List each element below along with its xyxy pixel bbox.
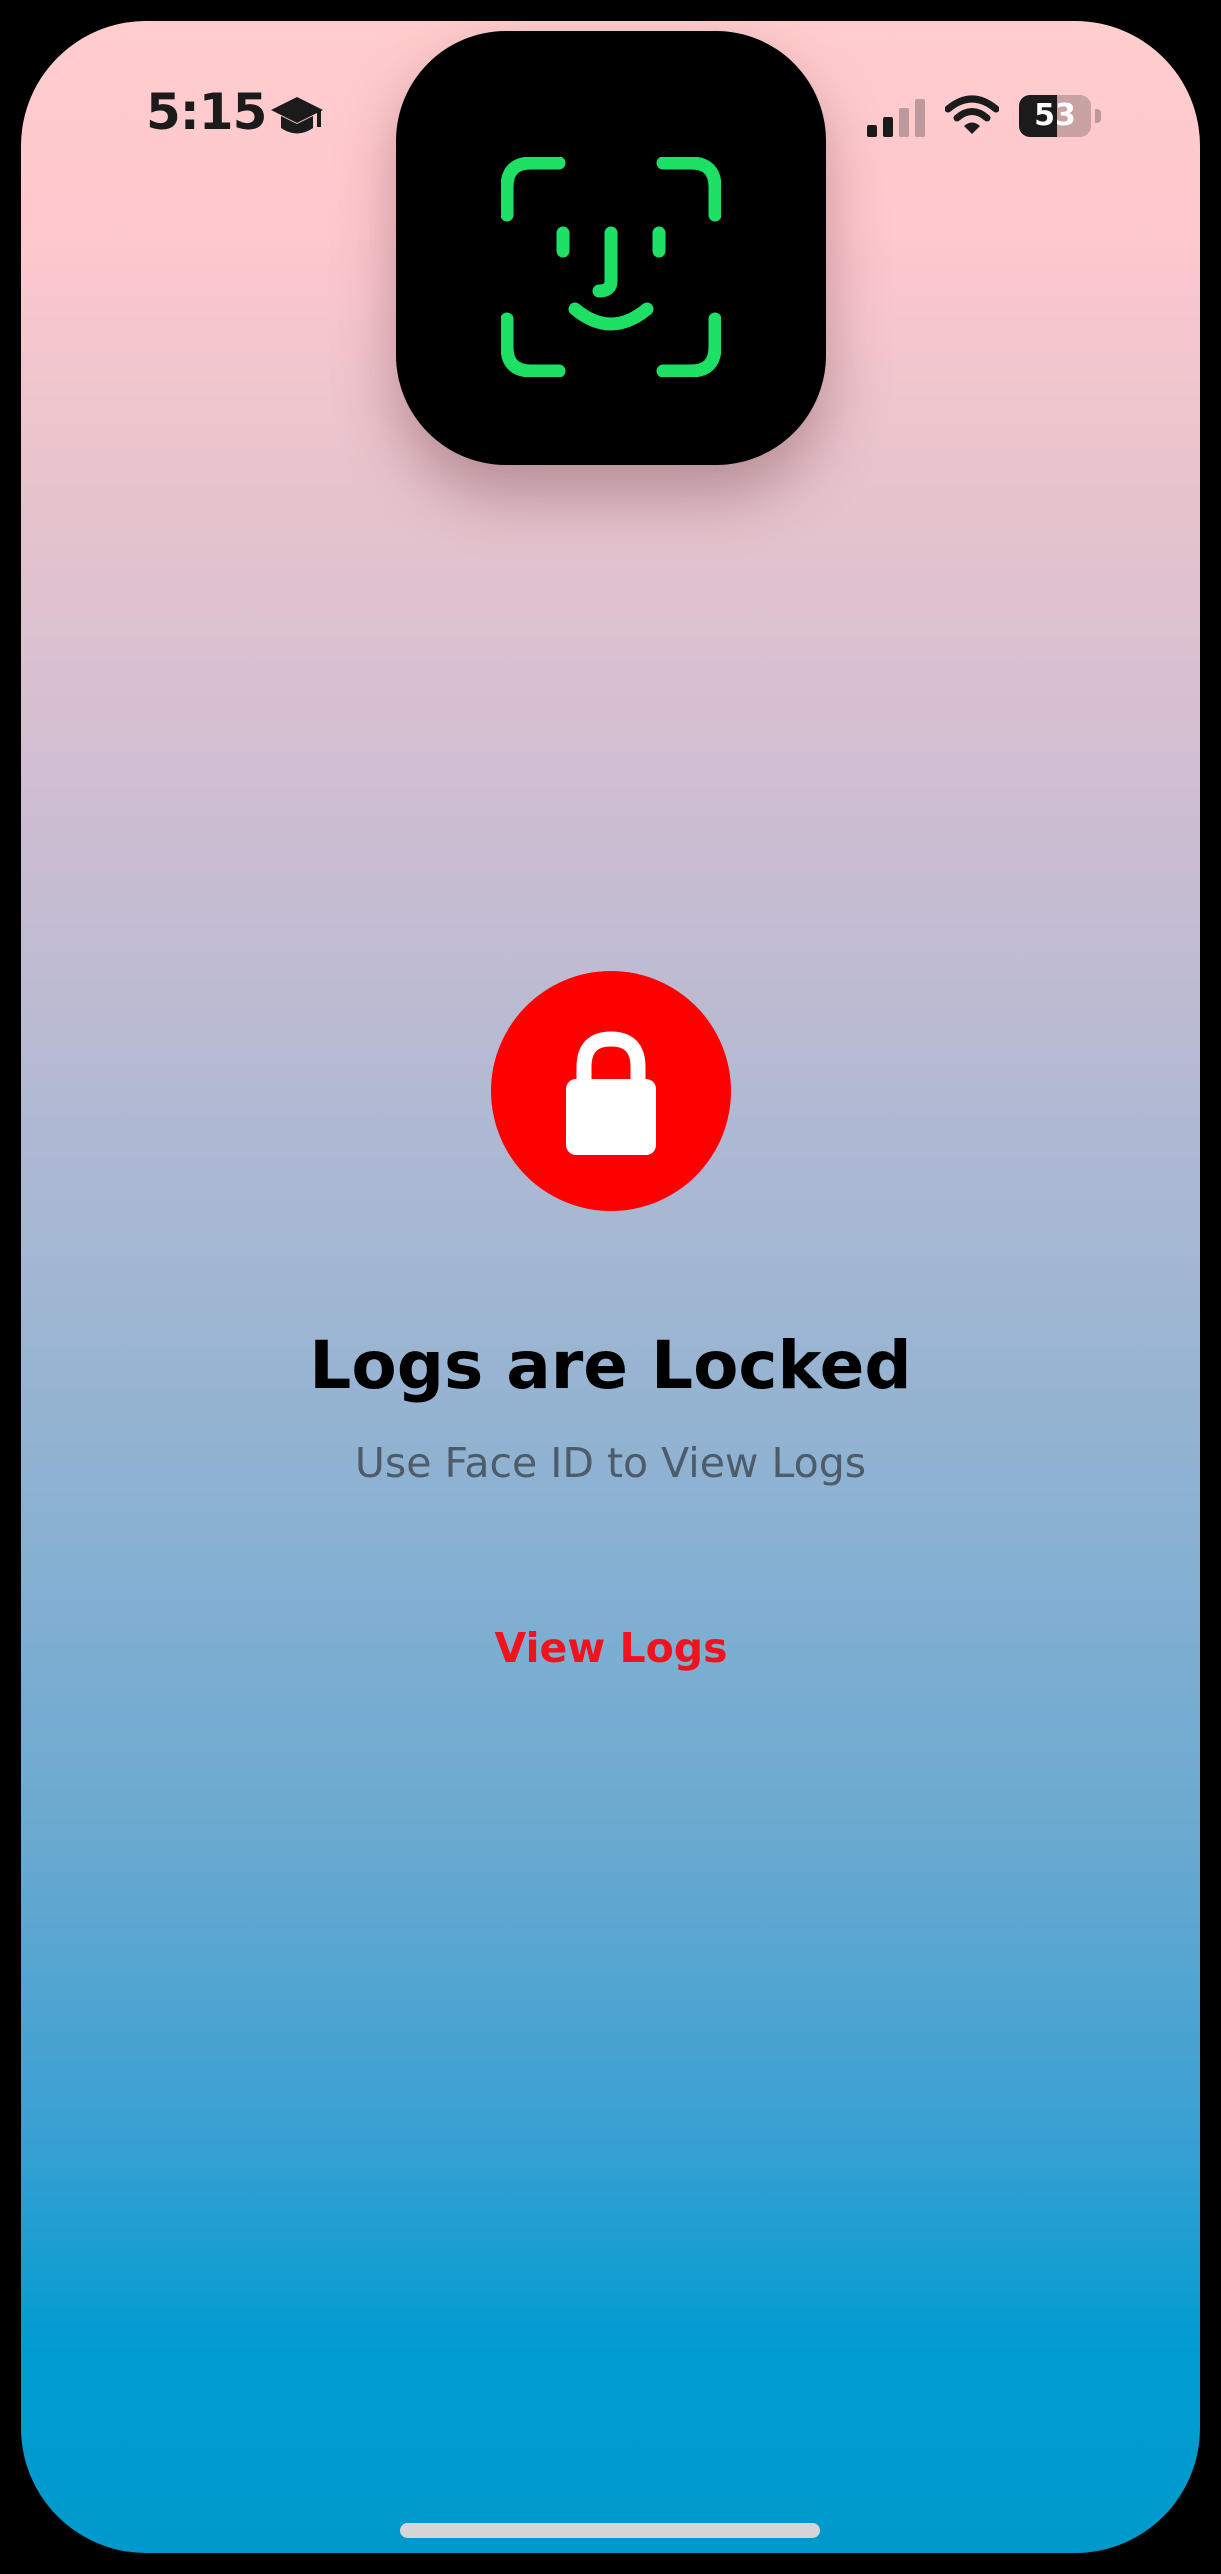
app-screen: 5:15 53 Logs are Locked Use Face ID to V…: [21, 21, 1200, 2553]
status-time: 5:15: [146, 83, 267, 141]
battery-body: 53: [1019, 95, 1091, 137]
battery-level: 53: [1034, 98, 1076, 133]
graduation-cap-icon: [271, 97, 323, 134]
view-logs-button[interactable]: View Logs: [461, 1613, 761, 1683]
wifi-icon: [945, 95, 999, 134]
device-frame: 5:15 53 Logs are Locked Use Face ID to V…: [0, 0, 1221, 2574]
lock-icon: [566, 1031, 656, 1155]
page-subtitle: Use Face ID to View Logs: [354, 1439, 867, 1487]
battery-cap: [1095, 109, 1101, 123]
cellular-signal-icon: [867, 99, 925, 137]
lock-badge: [491, 971, 731, 1211]
face-id-overlay: [396, 31, 826, 465]
battery-indicator: 53: [1019, 95, 1101, 137]
page-title: Logs are Locked: [309, 1327, 912, 1404]
home-indicator[interactable]: [400, 2523, 820, 2538]
face-id-icon: [501, 157, 721, 377]
